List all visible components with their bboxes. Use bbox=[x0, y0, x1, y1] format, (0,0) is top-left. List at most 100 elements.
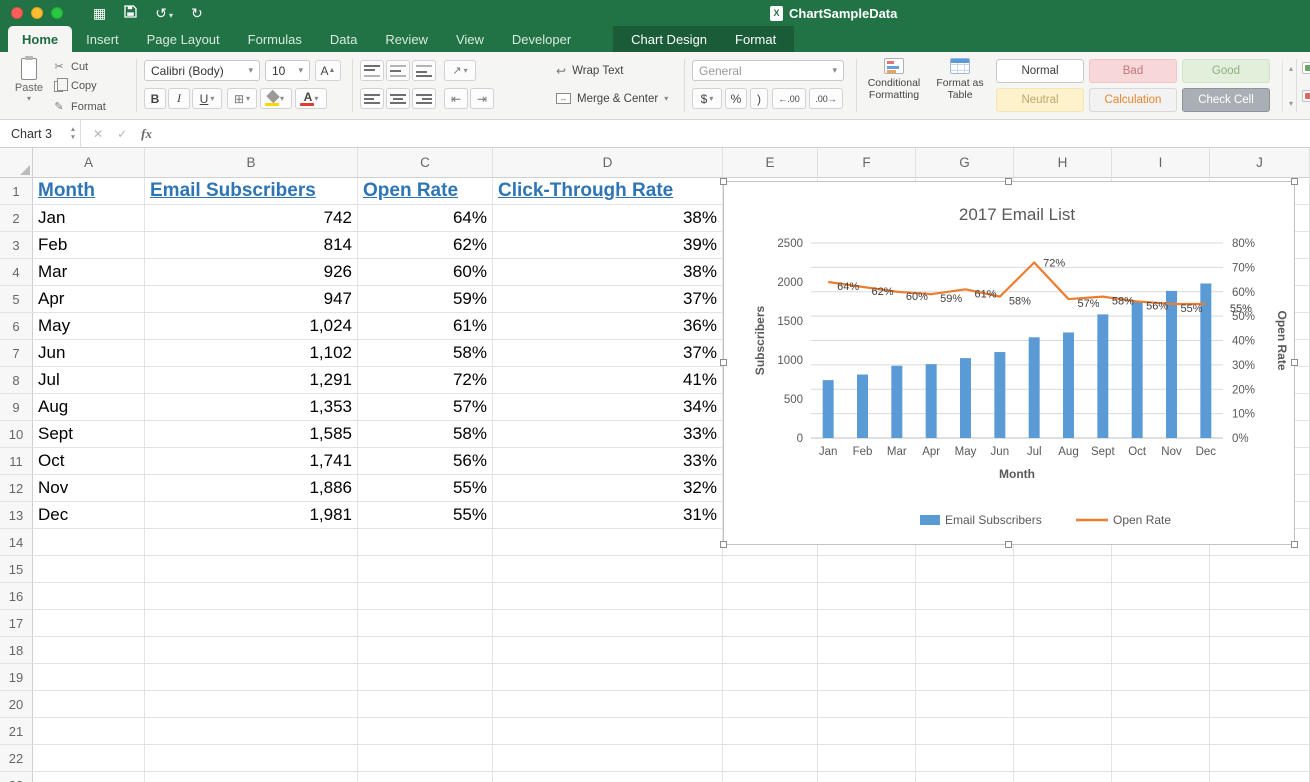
col-header-B[interactable]: B bbox=[145, 148, 358, 178]
close-window-button[interactable] bbox=[11, 7, 23, 19]
cell-E23[interactable] bbox=[723, 772, 818, 782]
cell-A1[interactable]: Month bbox=[33, 178, 145, 205]
cell-A10[interactable]: Sept bbox=[33, 421, 145, 448]
row-header-11[interactable]: 11 bbox=[0, 448, 33, 475]
italic-button[interactable]: I bbox=[168, 88, 190, 109]
conditional-formatting-button[interactable]: Conditional Formatting bbox=[862, 56, 926, 116]
cell-D16[interactable] bbox=[493, 583, 723, 610]
cell-H18[interactable] bbox=[1014, 637, 1112, 664]
increase-font-size-button[interactable]: A▲ bbox=[315, 60, 341, 81]
wrap-text-button[interactable]: ↩ Wrap Text bbox=[556, 60, 623, 81]
col-header-A[interactable]: A bbox=[33, 148, 145, 178]
undo-button[interactable]: ↺▾ bbox=[155, 5, 173, 21]
cell-E18[interactable] bbox=[723, 637, 818, 664]
row-header-4[interactable]: 4 bbox=[0, 259, 33, 286]
decrease-decimal-button[interactable]: .00→ bbox=[809, 88, 843, 109]
cell-D7[interactable]: 37% bbox=[493, 340, 723, 367]
row-header-13[interactable]: 13 bbox=[0, 502, 33, 529]
row-header-18[interactable]: 18 bbox=[0, 637, 33, 664]
formula-input[interactable] bbox=[164, 120, 1310, 147]
cell-D20[interactable] bbox=[493, 691, 723, 718]
chart-handle-nw[interactable] bbox=[720, 178, 727, 185]
cell-F22[interactable] bbox=[818, 745, 916, 772]
cell-B13[interactable]: 1,981 bbox=[145, 502, 358, 529]
tab-view[interactable]: View bbox=[442, 26, 498, 52]
row-header-5[interactable]: 5 bbox=[0, 286, 33, 313]
col-header-H[interactable]: H bbox=[1014, 148, 1112, 178]
cell-B21[interactable] bbox=[145, 718, 358, 745]
cell-B12[interactable]: 1,886 bbox=[145, 475, 358, 502]
cell-H16[interactable] bbox=[1014, 583, 1112, 610]
cell-A14[interactable] bbox=[33, 529, 145, 556]
row-header-23[interactable]: 23 bbox=[0, 772, 33, 782]
number-format-select[interactable]: General ▾ bbox=[692, 60, 844, 81]
minimize-window-button[interactable] bbox=[31, 7, 43, 19]
enter-button[interactable]: ✓ bbox=[117, 127, 127, 141]
cell-D21[interactable] bbox=[493, 718, 723, 745]
align-center-button[interactable] bbox=[386, 88, 410, 109]
row-header-7[interactable]: 7 bbox=[0, 340, 33, 367]
cell-D1[interactable]: Click-Through Rate bbox=[493, 178, 723, 205]
cell-I23[interactable] bbox=[1112, 772, 1210, 782]
tab-page-layout[interactable]: Page Layout bbox=[133, 26, 234, 52]
align-left-button[interactable] bbox=[360, 88, 384, 109]
cell-A16[interactable] bbox=[33, 583, 145, 610]
row-header-9[interactable]: 9 bbox=[0, 394, 33, 421]
cell-F19[interactable] bbox=[818, 664, 916, 691]
cell-B6[interactable]: 1,024 bbox=[145, 313, 358, 340]
cell-A4[interactable]: Mar bbox=[33, 259, 145, 286]
tab-data[interactable]: Data bbox=[316, 26, 371, 52]
cell-A2[interactable]: Jan bbox=[33, 205, 145, 232]
cell-A11[interactable]: Oct bbox=[33, 448, 145, 475]
cell-E22[interactable] bbox=[723, 745, 818, 772]
cell-F20[interactable] bbox=[818, 691, 916, 718]
name-box-stepper[interactable]: ▲ ▼ bbox=[66, 120, 81, 147]
save-icon[interactable] bbox=[124, 5, 137, 21]
cell-B18[interactable] bbox=[145, 637, 358, 664]
font-name-select[interactable]: Calibri (Body) ▾ bbox=[144, 60, 260, 81]
cell-B7[interactable]: 1,102 bbox=[145, 340, 358, 367]
cell-C20[interactable] bbox=[358, 691, 493, 718]
cell-D22[interactable] bbox=[493, 745, 723, 772]
cell-A7[interactable]: Jun bbox=[33, 340, 145, 367]
cell-style-neutral[interactable]: Neutral bbox=[996, 88, 1084, 112]
col-header-G[interactable]: G bbox=[916, 148, 1014, 178]
chart-handle-n[interactable] bbox=[1005, 178, 1012, 185]
cell-C16[interactable] bbox=[358, 583, 493, 610]
cell-B17[interactable] bbox=[145, 610, 358, 637]
cell-C5[interactable]: 59% bbox=[358, 286, 493, 313]
cell-I16[interactable] bbox=[1112, 583, 1210, 610]
cell-B19[interactable] bbox=[145, 664, 358, 691]
cell-H20[interactable] bbox=[1014, 691, 1112, 718]
cell-J16[interactable] bbox=[1210, 583, 1310, 610]
cell-J15[interactable] bbox=[1210, 556, 1310, 583]
cell-C6[interactable]: 61% bbox=[358, 313, 493, 340]
cell-C14[interactable] bbox=[358, 529, 493, 556]
row-header-17[interactable]: 17 bbox=[0, 610, 33, 637]
copy-button[interactable]: Copy bbox=[52, 80, 128, 92]
cell-A18[interactable] bbox=[33, 637, 145, 664]
cell-G15[interactable] bbox=[916, 556, 1014, 583]
cell-D18[interactable] bbox=[493, 637, 723, 664]
cell-F21[interactable] bbox=[818, 718, 916, 745]
cell-E21[interactable] bbox=[723, 718, 818, 745]
cell-D12[interactable]: 32% bbox=[493, 475, 723, 502]
cell-B10[interactable]: 1,585 bbox=[145, 421, 358, 448]
increase-indent-button[interactable]: ⇥ bbox=[470, 88, 494, 109]
cell-B8[interactable]: 1,291 bbox=[145, 367, 358, 394]
cell-A6[interactable]: May bbox=[33, 313, 145, 340]
cell-C1[interactable]: Open Rate bbox=[358, 178, 493, 205]
cell-B23[interactable] bbox=[145, 772, 358, 782]
chart-handle-e[interactable] bbox=[1291, 359, 1298, 366]
cell-J18[interactable] bbox=[1210, 637, 1310, 664]
cell-B22[interactable] bbox=[145, 745, 358, 772]
cell-F18[interactable] bbox=[818, 637, 916, 664]
cell-G22[interactable] bbox=[916, 745, 1014, 772]
cell-D13[interactable]: 31% bbox=[493, 502, 723, 529]
cell-B11[interactable]: 1,741 bbox=[145, 448, 358, 475]
cell-I15[interactable] bbox=[1112, 556, 1210, 583]
cell-D14[interactable] bbox=[493, 529, 723, 556]
cell-I18[interactable] bbox=[1112, 637, 1210, 664]
col-header-J[interactable]: J bbox=[1210, 148, 1310, 178]
cell-F16[interactable] bbox=[818, 583, 916, 610]
